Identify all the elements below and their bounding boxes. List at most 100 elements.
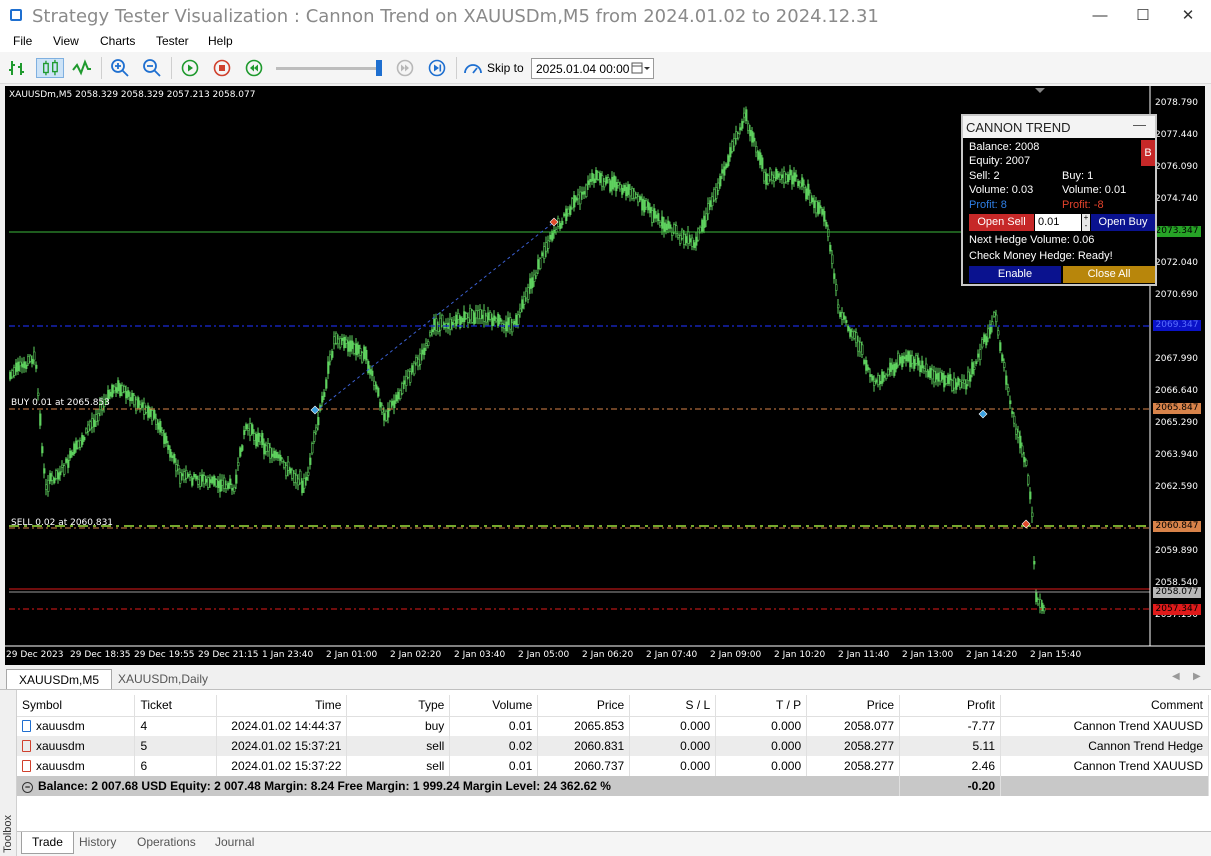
title-bar: Strategy Tester Visualization : Cannon T… — [0, 0, 1211, 31]
candle-body — [945, 376, 948, 384]
panel-side-button[interactable]: B — [1141, 140, 1155, 166]
sell-volume-text: Volume: 0.03 — [969, 184, 1034, 196]
candle-body — [703, 215, 706, 228]
price-tick: 2062.590 — [1155, 482, 1198, 492]
zoom-out-icon[interactable] — [141, 58, 163, 78]
candle-body — [701, 219, 704, 233]
calendar-dropdown-icon[interactable] — [631, 62, 651, 75]
current-price-cell: 2058.277 — [806, 756, 901, 776]
step-forward-icon[interactable] — [394, 58, 416, 78]
candle-body — [865, 360, 868, 371]
time-tick: 2 Jan 06:20 — [582, 650, 634, 660]
lot-stepper[interactable]: + - — [1082, 214, 1090, 231]
column-header[interactable]: Type — [346, 695, 451, 717]
tp-cell[interactable]: 0.000 — [715, 716, 808, 736]
candle-body — [805, 188, 808, 200]
menu-tester[interactable]: Tester — [156, 34, 189, 48]
open-buy-button[interactable]: Open Buy — [1091, 214, 1155, 231]
close-button[interactable]: ✕ — [1165, 0, 1211, 31]
column-header[interactable]: Symbol — [17, 695, 136, 717]
enable-button[interactable]: Enable — [969, 266, 1061, 283]
line-chart-icon[interactable] — [71, 58, 93, 78]
open-price-cell: 2060.737 — [537, 756, 631, 776]
sl-cell[interactable]: 0.000 — [629, 756, 717, 776]
candle-body — [809, 192, 812, 203]
column-header[interactable]: S / L — [629, 695, 717, 717]
candle-body — [541, 252, 544, 257]
tab-scroll-right-icon[interactable]: ▶ — [1193, 671, 1201, 682]
table-row[interactable]: xauusdm 5 2024.01.02 15:37:21 sell 0.02 … — [17, 736, 1209, 756]
candle-body — [91, 418, 94, 428]
candle-body — [361, 352, 364, 363]
candle-body — [927, 370, 930, 378]
time-tick: 2 Jan 01:00 — [326, 650, 378, 660]
stop-icon[interactable] — [211, 58, 233, 78]
time-tick: 29 Dec 18:35 — [70, 650, 131, 660]
skip-to-end-icon[interactable] — [426, 58, 448, 78]
tab-trade[interactable]: Trade — [21, 832, 74, 854]
tab-scroll-left-icon[interactable]: ◀ — [1172, 671, 1180, 682]
collapse-icon[interactable]: − — [22, 782, 33, 793]
candle-body — [341, 337, 344, 341]
menu-file[interactable]: File — [13, 34, 32, 48]
column-header[interactable]: Price — [537, 695, 631, 717]
table-row[interactable]: xauusdm 6 2024.01.02 15:37:22 sell 0.01 … — [17, 756, 1209, 776]
tp-cell[interactable]: 0.000 — [715, 756, 808, 776]
candle-body — [1043, 607, 1046, 612]
time-tick: 1 Jan 23:40 — [262, 650, 314, 660]
menu-view[interactable]: View — [53, 34, 79, 48]
play-icon[interactable] — [179, 58, 201, 78]
toolbox-sidebar[interactable]: Toolbox — [0, 690, 17, 856]
price-chart[interactable]: XAUUSDm,M5 2058.329 2058.329 2057.213 20… — [5, 86, 1205, 665]
column-header[interactable]: Price — [806, 695, 901, 717]
candle-body — [811, 197, 814, 203]
tab-journal[interactable]: Journal — [205, 832, 264, 854]
candle-body — [193, 473, 196, 478]
candle-body — [19, 361, 22, 367]
panel-header[interactable]: CANNON TREND — — [963, 116, 1155, 138]
column-header[interactable]: Time — [216, 695, 348, 717]
lot-size-input[interactable]: 0.01 — [1035, 214, 1081, 231]
speed-slider-thumb[interactable] — [376, 60, 382, 76]
candle-body — [397, 391, 400, 400]
candle-body — [859, 341, 862, 353]
candle-body — [949, 374, 952, 381]
tab-xauusdm-daily[interactable]: XAUUSDm,Daily — [106, 669, 220, 689]
app-icon — [10, 9, 22, 21]
tab-operations[interactable]: Operations — [127, 832, 206, 854]
candlestick-icon[interactable] — [36, 58, 64, 78]
candle-body — [403, 380, 406, 385]
rewind-icon[interactable] — [243, 58, 265, 78]
candle-body — [473, 312, 476, 325]
zoom-in-icon[interactable] — [109, 58, 131, 78]
sl-cell[interactable]: 0.000 — [629, 716, 717, 736]
sl-cell[interactable]: 0.000 — [629, 736, 717, 756]
column-header[interactable]: Profit — [899, 695, 1002, 717]
speedometer-icon[interactable] — [462, 58, 484, 78]
menu-help[interactable]: Help — [208, 34, 233, 48]
skip-to-datetime-field[interactable]: 2025.01.04 00:00 — [531, 58, 654, 79]
chart-shift-marker[interactable] — [1035, 88, 1045, 93]
candle-body — [409, 371, 412, 383]
column-header[interactable]: T / P — [715, 695, 808, 717]
open-sell-button[interactable]: Open Sell — [969, 214, 1034, 231]
tp-cell[interactable]: 0.000 — [715, 736, 808, 756]
candle-body — [555, 229, 558, 233]
candle-body — [181, 473, 184, 477]
tab-history[interactable]: History — [69, 832, 126, 854]
table-row[interactable]: xauusdm 4 2024.01.02 14:44:37 buy 0.01 2… — [17, 716, 1209, 736]
column-header[interactable]: Volume — [449, 695, 539, 717]
column-header[interactable]: Comment — [1000, 695, 1209, 717]
speed-slider-track[interactable] — [276, 67, 380, 70]
candle-body — [769, 168, 772, 180]
minimize-button[interactable]: — — [1077, 0, 1123, 31]
tab-xauusdm-m5[interactable]: XAUUSDm,M5 — [6, 669, 113, 689]
menu-charts[interactable]: Charts — [100, 34, 135, 48]
maximize-button[interactable]: ☐ — [1120, 0, 1166, 31]
bar-chart-icon[interactable] — [7, 58, 29, 78]
column-header[interactable]: Ticket — [134, 695, 218, 717]
panel-minimize-button[interactable]: — — [1133, 117, 1146, 132]
candle-body — [395, 394, 398, 402]
candle-body — [609, 180, 612, 192]
close-all-button[interactable]: Close All — [1063, 266, 1155, 283]
